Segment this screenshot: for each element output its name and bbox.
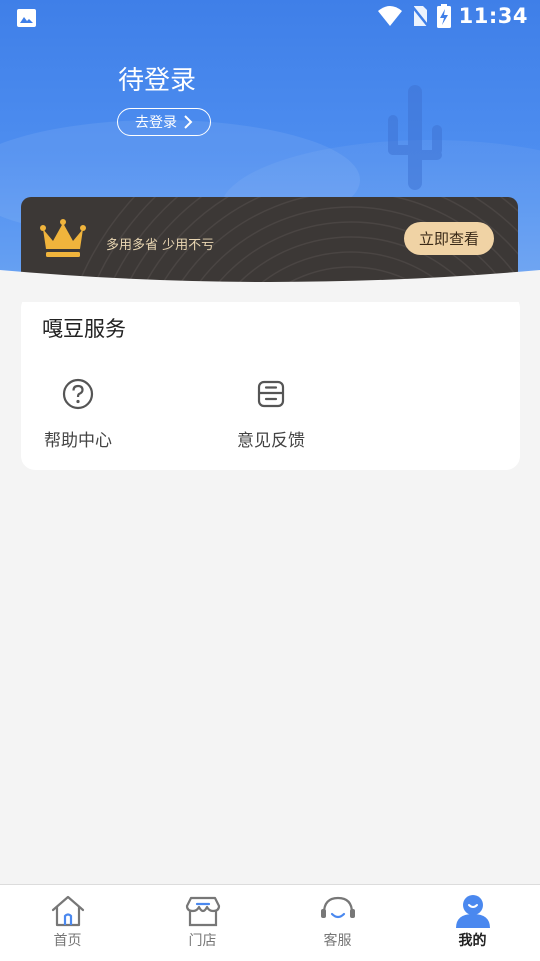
- tab-customer-service[interactable]: 客服: [270, 885, 405, 961]
- tab-mine-label: 我的: [458, 933, 487, 949]
- crown-icon: [40, 219, 86, 257]
- store-icon: [185, 896, 220, 927]
- login-button[interactable]: 去登录: [117, 108, 211, 136]
- help-center-item[interactable]: 帮助中心: [42, 378, 114, 451]
- question-circle-icon: [62, 378, 94, 410]
- battery-charging-icon: [436, 4, 451, 28]
- no-sim-icon: [410, 5, 429, 27]
- help-center-label: 帮助中心: [44, 431, 112, 451]
- login-button-label: 去登录: [135, 115, 177, 131]
- login-status-title: 待登录: [118, 66, 197, 96]
- tab-store-label: 门店: [188, 933, 217, 949]
- vip-slogan: 多用多省 少用不亏: [106, 238, 215, 253]
- status-time: 11:34: [458, 4, 528, 28]
- home-icon: [51, 895, 84, 927]
- tab-mine[interactable]: 我的: [405, 885, 540, 961]
- services-title: 嘎豆服务: [42, 317, 126, 341]
- services-card: 嘎豆服务 帮助中心 意见反馈: [21, 294, 520, 470]
- user-icon: [455, 895, 490, 928]
- wifi-icon: [377, 6, 402, 26]
- cactus-illustration: [388, 85, 442, 190]
- tab-home[interactable]: 首页: [0, 885, 135, 961]
- tab-store[interactable]: 门店: [135, 885, 270, 961]
- feedback-item[interactable]: 意见反馈: [235, 378, 307, 451]
- status-bar: 11:34: [0, 0, 540, 36]
- tab-customer-service-label: 客服: [323, 933, 352, 949]
- header-curve: [0, 270, 540, 302]
- image-notification-icon: [17, 9, 36, 27]
- feedback-box-icon: [257, 380, 285, 408]
- chevron-right-icon: [184, 115, 193, 129]
- tab-home-label: 首页: [53, 933, 82, 949]
- bottom-nav: 首页 门店 客服 我的: [0, 884, 540, 961]
- headset-icon: [320, 896, 355, 919]
- view-now-button[interactable]: 立即查看: [404, 222, 494, 255]
- feedback-label: 意见反馈: [237, 431, 305, 451]
